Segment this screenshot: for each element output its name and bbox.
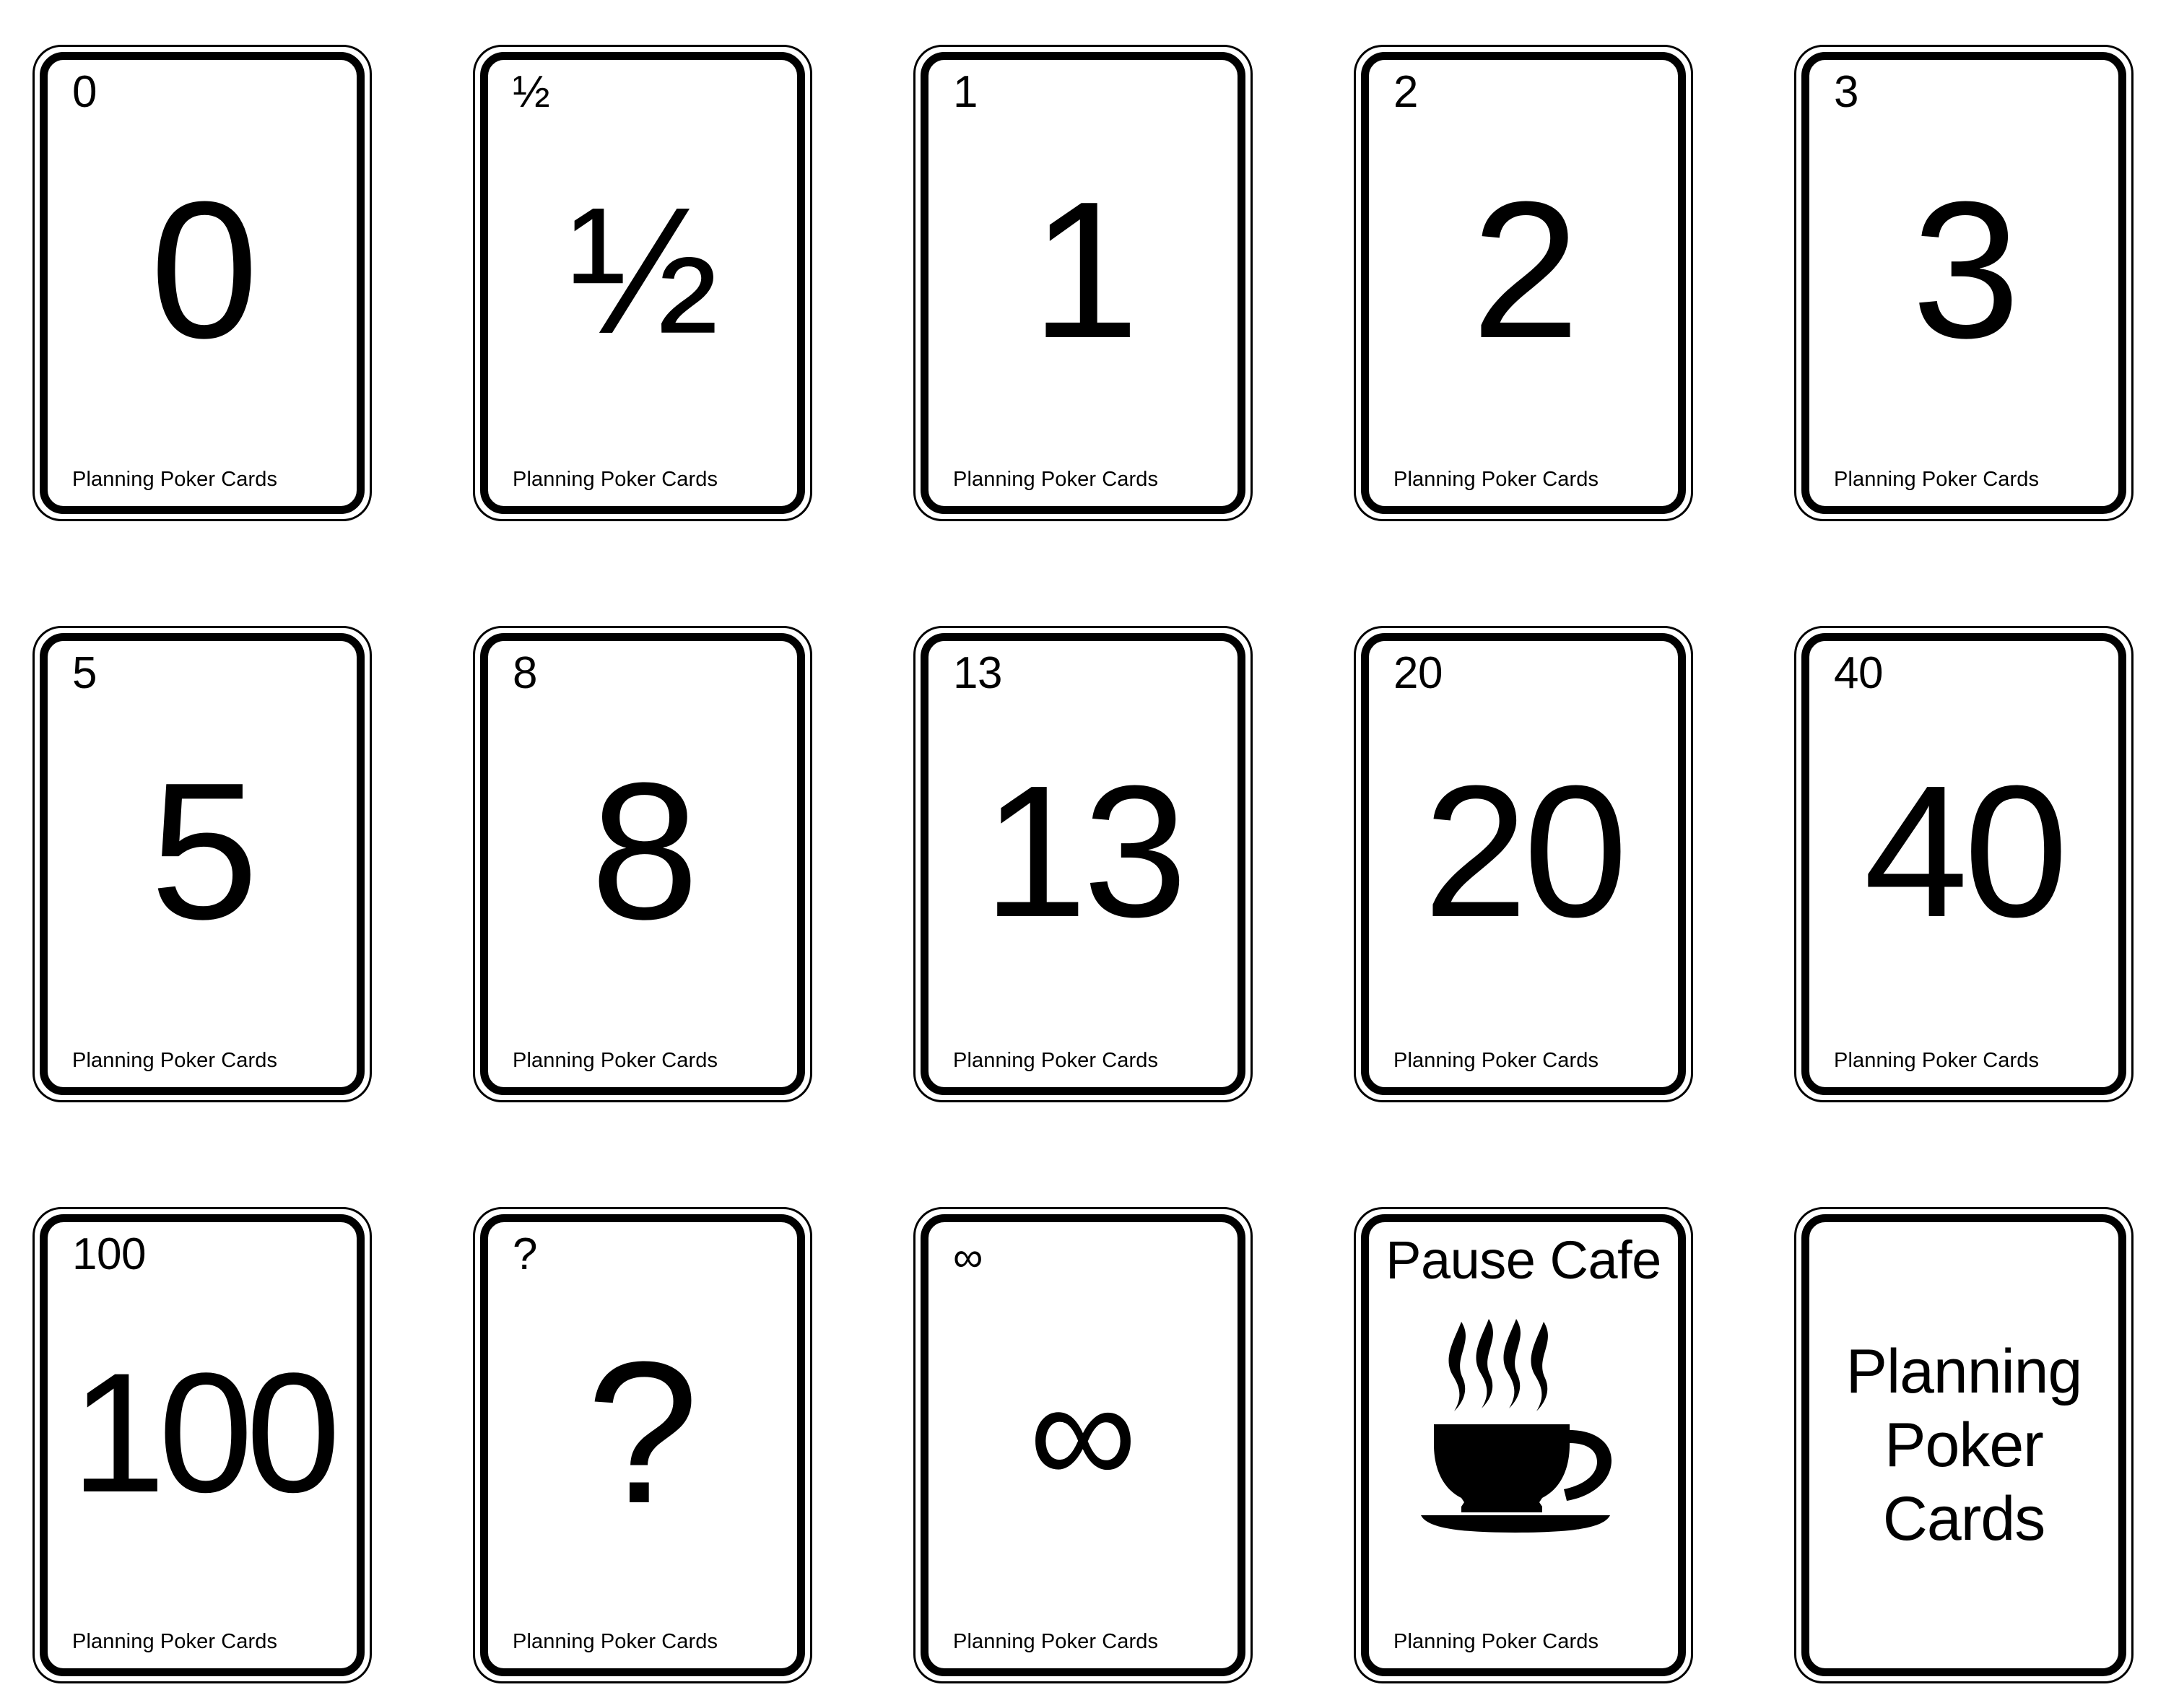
planning-poker-deck: 0 0 Planning Poker Cards ½ ½ Planning Poker C… [0,0,2166,1708]
card-back-title-line: Cards [1882,1484,2045,1554]
card-main-value: 13 [983,747,1187,957]
card-main-value: 2 [1471,162,1580,379]
card-footer-label: Planning Poker Cards [953,1049,1159,1073]
card-inner-border: ½ ½ Planning Poker Cards [480,52,805,514]
card-back-title-line: Planning [1845,1336,2083,1406]
poker-card[interactable]: 40 40 Planning Poker Cards [1794,626,2134,1102]
card-inner-border: 1 1 Planning Poker Cards [921,52,1245,514]
card-main-value: 5 [149,743,258,960]
card-inner-border: Pause Cafe Planning Poker Cards [1361,1214,1686,1676]
card-footer-label: Planning Poker Cards [1393,1049,1599,1073]
card-footer-label: Planning Poker Cards [513,1049,718,1073]
card-main-value: 1 [1030,162,1139,379]
card-main-value: 0 [149,162,258,379]
poker-card[interactable]: 8 8 Planning Poker Cards [473,626,812,1102]
card-footer-label: Planning Poker Cards [513,1630,718,1654]
card-main-value: 100 [71,1338,341,1528]
poker-card[interactable]: 1 1 Planning Poker Cards [913,45,1253,521]
poker-card[interactable]: 0 0 Planning Poker Cards [32,45,372,521]
poker-card[interactable]: 100 100 Planning Poker Cards [32,1207,372,1683]
card-main-value: ½ [568,170,720,371]
card-main-value: 20 [1423,747,1627,957]
card-title: Pause Cafe [1386,1230,1661,1290]
card-back-title: Planning Poker Cards [1830,1222,2098,1668]
card-footer-label: Planning Poker Cards [1834,468,2040,492]
card-inner-border: 3 3 Planning Poker Cards [1801,52,2126,514]
card-inner-border: ∞ ∞ Planning Poker Cards [921,1214,1245,1676]
card-main-value: 40 [1863,747,2068,957]
poker-card[interactable]: ?? Planning Poker Cards [473,1207,812,1683]
poker-card[interactable]: 13 13 Planning Poker Cards [913,626,1253,1102]
poker-card[interactable]: 2 2 Planning Poker Cards [1354,45,1693,521]
poker-card[interactable]: 5 5 Planning Poker Cards [32,626,372,1102]
card-inner-border: 0 0 Planning Poker Cards [40,52,365,514]
coffee-cup-icon [1369,1316,1678,1533]
card-inner-border: 40 40 Planning Poker Cards [1801,633,2126,1095]
card-inner-border: 2 2 Planning Poker Cards [1361,52,1686,514]
card-footer-label: Planning Poker Cards [1393,1630,1599,1654]
card-main-value: 3 [1911,162,2020,379]
card-inner-border: Planning Poker Cards [1801,1214,2126,1676]
poker-card[interactable]: ½ ½ Planning Poker Cards [473,45,812,521]
poker-card-back[interactable]: Planning Poker Cards [1794,1207,2134,1683]
card-footer-label: Planning Poker Cards [1393,468,1599,492]
card-inner-border: 20 20 Planning Poker Cards [1361,633,1686,1095]
card-footer-label: Planning Poker Cards [72,468,278,492]
card-footer-label: Planning Poker Cards [72,1049,278,1073]
card-footer-label: Planning Poker Cards [953,468,1159,492]
card-inner-border: ?? Planning Poker Cards [480,1214,805,1676]
card-footer-label: Planning Poker Cards [1834,1049,2040,1073]
poker-card[interactable]: 20 20 Planning Poker Cards [1354,626,1693,1102]
poker-card[interactable]: 3 3 Planning Poker Cards [1794,45,2134,521]
poker-card[interactable]: ∞ ∞ Planning Poker Cards [913,1207,1253,1683]
card-main-value: 8 [590,743,699,960]
poker-card[interactable]: Pause Cafe Planning Poker Cards [1354,1207,1693,1683]
card-footer-label: Planning Poker Cards [513,468,718,492]
card-inner-border: 13 13 Planning Poker Cards [921,633,1245,1095]
card-inner-border: 8 8 Planning Poker Cards [480,633,805,1095]
card-main-value: ∞ [1029,1348,1137,1517]
card-back-title-line: Poker [1884,1410,2044,1480]
card-inner-border: 5 5 Planning Poker Cards [40,633,365,1095]
card-footer-label: Planning Poker Cards [72,1630,278,1654]
card-inner-border: 100 100 Planning Poker Cards [40,1214,365,1676]
card-footer-label: Planning Poker Cards [953,1630,1159,1654]
card-main-value: ? [586,1320,699,1546]
